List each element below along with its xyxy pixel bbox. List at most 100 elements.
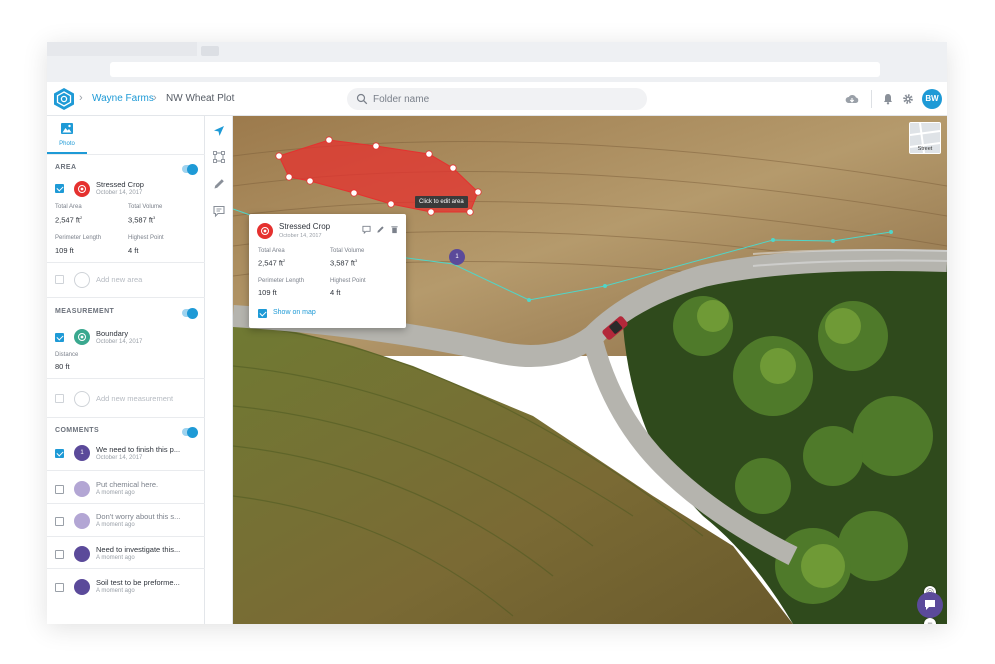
stat-unit-sup: 2 (80, 215, 83, 220)
user-avatar[interactable]: BW (922, 89, 942, 109)
tab-photo-label: Photo (59, 141, 75, 147)
divider (47, 536, 205, 537)
comment-checkbox[interactable] (55, 583, 64, 592)
bell-icon[interactable] (881, 92, 895, 106)
comment-checkbox[interactable] (55, 485, 64, 494)
navigate-arrow-icon[interactable] (212, 124, 226, 138)
add-measurement-icon[interactable] (74, 391, 90, 407)
measurement-item-title[interactable]: Boundary (96, 329, 128, 338)
stat-label: Total Volume (330, 248, 365, 254)
map-canvas[interactable]: Click to edit area 1 Stressed Crop Octob… (233, 116, 947, 624)
tab-photo[interactable]: Photo (47, 116, 87, 154)
divider (47, 503, 205, 504)
add-area-button[interactable]: Add new area (96, 275, 142, 284)
add-measurement-button[interactable]: Add new measurement (96, 394, 173, 403)
stat-label: Total Volume (128, 204, 163, 210)
zoom-out-button[interactable]: − (924, 618, 936, 624)
comment-avatar (74, 513, 90, 529)
browser-chrome (47, 42, 947, 82)
comment-title[interactable]: Don't worry about this s... (96, 512, 180, 521)
comments-heading: COMMENTS (55, 427, 100, 434)
breadcrumb-separator: › (79, 92, 83, 104)
search-input[interactable] (373, 91, 633, 107)
stat-number: 2,547 ft (55, 215, 81, 225)
stat-label: Total Area (258, 248, 285, 254)
area-toggle[interactable] (182, 163, 198, 175)
stat-value: 109 ft (55, 246, 74, 255)
sidebar: Photo AREA Stressed Crop October 14, 201… (47, 116, 205, 624)
trash-icon[interactable] (390, 225, 399, 234)
toolbar-divider (871, 90, 872, 108)
chat-button[interactable] (917, 592, 943, 618)
stat-label: Perimeter Length (55, 235, 102, 241)
area-shape-icon (261, 227, 269, 235)
stat-label: Perimeter Length (258, 278, 305, 284)
comment-title[interactable]: Put chemical here. (96, 480, 158, 489)
popup-date: October 14, 2017 (279, 233, 322, 239)
divider (47, 378, 205, 379)
search-bar[interactable] (347, 88, 647, 110)
area-shape-icon (78, 185, 86, 193)
edit-area-tooltip: Click to edit area (415, 196, 468, 208)
tool-strip (205, 116, 233, 624)
search-icon (356, 93, 368, 105)
show-on-map-label[interactable]: Show on map (273, 309, 316, 316)
stat-number: 3,587 ft (330, 258, 356, 268)
divider (47, 417, 205, 418)
stat-value: 4 ft (128, 246, 139, 255)
area-popup: Stressed Crop October 14, 2017 Total Are… (249, 214, 406, 328)
comment-marker[interactable]: 1 (449, 249, 465, 265)
street-map-toggle[interactable]: Street (909, 122, 941, 154)
area-item-title[interactable]: Stressed Crop (96, 180, 144, 189)
stat-unit-sup: 2 (283, 258, 286, 263)
comment-checkbox[interactable] (55, 449, 64, 458)
stat-unit-sup: 3 (153, 215, 156, 220)
measurement-heading: MEASUREMENT (55, 308, 115, 315)
stat-value: 80 ft (55, 362, 70, 371)
stat-label: Highest Point (128, 235, 164, 241)
chat-icon (925, 600, 935, 610)
comment-avatar (74, 481, 90, 497)
new-tab-button[interactable] (201, 46, 219, 56)
measurement-toggle[interactable] (182, 307, 198, 319)
stat-value: 3,587 ft3 (128, 215, 155, 225)
divider (47, 470, 205, 471)
photo-icon (61, 123, 73, 134)
comment-icon[interactable] (212, 204, 226, 218)
area-heading: AREA (55, 164, 77, 171)
stat-value: 2,547 ft2 (55, 215, 82, 225)
comment-checkbox[interactable] (55, 550, 64, 559)
edit-icon[interactable] (376, 225, 385, 234)
stat-value: 2,547 ft2 (258, 258, 285, 268)
comment-badge: 1 (74, 445, 90, 461)
add-measurement-plus-icon[interactable] (55, 394, 64, 403)
farm-logo-icon[interactable] (53, 87, 75, 111)
breadcrumb-farm[interactable]: Wayne Farms (92, 93, 154, 104)
add-area-plus-icon[interactable] (55, 275, 64, 284)
show-on-map-checkbox[interactable] (258, 309, 267, 318)
comment-date: October 14, 2017 (96, 455, 143, 461)
add-area-icon[interactable] (74, 272, 90, 288)
comment-icon[interactable] (362, 225, 371, 234)
comment-title[interactable]: Need to investigate this... (96, 545, 180, 554)
browser-tab[interactable] (47, 42, 197, 56)
comment-avatar (74, 546, 90, 562)
comment-date: A moment ago (96, 555, 135, 561)
stat-number: 3,587 ft (128, 215, 154, 225)
stat-value: 4 ft (330, 288, 341, 297)
cloud-download-icon[interactable] (845, 92, 859, 106)
polygon-icon[interactable] (212, 150, 226, 164)
comment-checkbox[interactable] (55, 517, 64, 526)
comment-title[interactable]: We need to finish this p... (96, 445, 180, 454)
gear-icon[interactable] (901, 92, 915, 106)
comment-date: A moment ago (96, 588, 135, 594)
comment-title[interactable]: Soil test to be preforme... (96, 578, 180, 587)
address-bar[interactable] (110, 62, 880, 77)
pencil-icon[interactable] (212, 177, 226, 191)
aerial-photo (233, 116, 947, 624)
area-item-checkbox[interactable] (55, 184, 64, 193)
measurement-item-checkbox[interactable] (55, 333, 64, 342)
comment-date: A moment ago (96, 522, 135, 528)
comments-toggle[interactable] (182, 426, 198, 438)
measurement-item-date: October 14, 2017 (96, 339, 143, 345)
